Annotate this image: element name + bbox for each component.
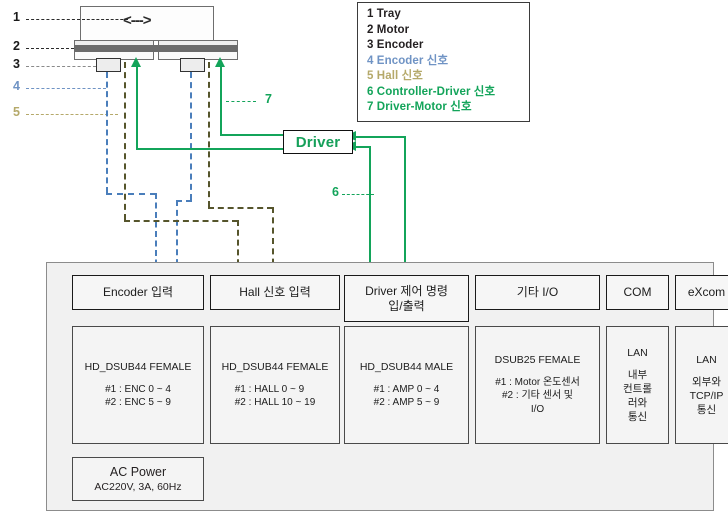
connector-driver-detail: #1 : AMP 0 ~ 4 #2 : AMP 5 ~ 9: [373, 383, 440, 409]
legend-label-1: Tray: [376, 8, 401, 20]
ref-label-4: 4: [13, 79, 20, 93]
legend-num-1: 1: [367, 8, 374, 20]
driver-box[interactable]: Driver: [283, 130, 353, 154]
ref-leader-4: [26, 88, 106, 89]
legend-item-4: 4 Encoder 신호: [367, 54, 529, 70]
ref-label-2: 2: [13, 39, 20, 53]
ref-leader-1: [26, 19, 80, 20]
legend-item-7: 7 Driver-Motor 신호: [367, 100, 529, 116]
controller-chassis: Encoder 입력 Hall 신호 입력 Driver 제어 명령 입/출력 …: [46, 262, 728, 511]
ref-leader-2: [26, 48, 74, 49]
connector-lan-external-name: LAN: [696, 353, 717, 366]
driver-motor-line-right-v: [220, 66, 222, 136]
legend-label-2: Motor: [376, 23, 410, 36]
legend-num-5: 5: [367, 70, 374, 82]
driver-motor-line-left-v: [136, 66, 138, 150]
connector-hall: HD_DSUB44 FEMALE #1 : HALL 0 ~ 9 #2 : HA…: [210, 326, 340, 444]
encoder-head-left: [96, 58, 121, 72]
connector-etc-io: DSUB25 FEMALE #1 : Motor 온도센서 #2 : 기타 센서…: [475, 326, 600, 444]
connector-hall-name: HD_DSUB44 FEMALE: [221, 360, 329, 373]
legend-num-3: 3: [367, 39, 374, 51]
driver-motor-line-left-h: [136, 148, 287, 150]
connector-lan-internal: LAN 내부 컨트롤 러와 통신: [606, 326, 669, 444]
driver-motor-line-right-h: [220, 134, 288, 136]
legend-label-4: Encoder 신호: [376, 54, 449, 67]
port-etc-io[interactable]: 기타 I/O: [475, 275, 600, 310]
legend-num-6: 6: [367, 85, 374, 98]
connector-driver: HD_DSUB44 MALE #1 : AMP 0 ~ 4 #2 : AMP 5…: [344, 326, 469, 444]
port-driver-control[interactable]: Driver 제어 명령 입/출력: [344, 275, 469, 322]
port-encoder-input[interactable]: Encoder 입력: [72, 275, 204, 310]
connector-etc-io-name: DSUB25 FEMALE: [494, 353, 581, 366]
ref-label-3: 3: [13, 57, 20, 71]
legend-label-6: Controller-Driver 신호: [376, 85, 496, 98]
ref-leader-5: [26, 114, 118, 115]
connector-lan-external-detail: 외부와 TCP/IP 통신: [689, 375, 724, 416]
inline-label-7: 7: [265, 92, 272, 106]
encoder-line-left-v1: [106, 72, 108, 193]
ac-power-box: AC Power AC220V, 3A, 60Hz: [72, 457, 204, 501]
connector-encoder-detail: #1 : ENC 0 ~ 4 #2 : ENC 5 ~ 9: [105, 383, 171, 409]
connector-lan-external: LAN 외부와 TCP/IP 통신: [675, 326, 728, 444]
tray-travel-arrow: <--->: [123, 12, 152, 29]
connector-encoder: HD_DSUB44 FEMALE #1 : ENC 0 ~ 4 #2 : ENC…: [72, 326, 204, 444]
encoder-line-right-h: [176, 200, 192, 202]
connector-etc-io-detail: #1 : Motor 온도센서 #2 : 기타 센서 및 I/O: [495, 376, 580, 415]
connector-driver-name: HD_DSUB44 MALE: [359, 360, 454, 373]
legend-item-2: 2 Motor: [367, 23, 529, 39]
connector-lan-internal-detail: 내부 컨트롤 러와 통신: [623, 368, 652, 423]
legend-item-1: 1 Tray: [367, 7, 529, 23]
port-hall-input[interactable]: Hall 신호 입력: [210, 275, 340, 310]
hall-line-right-h: [208, 207, 273, 209]
encoder-line-right-v1: [190, 72, 192, 200]
controller-driver-line-a-v: [369, 146, 371, 276]
driver-motor-arrow-left: [131, 57, 141, 67]
ref-label-1: 1: [13, 10, 20, 24]
port-excom[interactable]: eXcom: [675, 275, 728, 310]
hall-line-left-v1: [124, 62, 126, 220]
ref-leader-1b: [82, 19, 128, 20]
ac-power-spec: AC220V, 3A, 60Hz: [94, 480, 182, 493]
controller-driver-line-b-v: [404, 136, 406, 276]
hall-line-right-v1: [208, 62, 210, 207]
encoder-line-left-h: [106, 193, 156, 195]
hall-line-left-h: [124, 220, 238, 222]
encoder-head-right: [180, 58, 205, 72]
legend-item-3: 3 Encoder: [367, 38, 529, 54]
port-com[interactable]: COM: [606, 275, 669, 310]
controller-driver-line-b-h: [353, 136, 406, 138]
inline-leader-7: [226, 101, 256, 102]
legend-item-6: 6 Controller-Driver 신호: [367, 85, 529, 101]
legend-num-7: 7: [367, 101, 374, 113]
connector-hall-detail: #1 : HALL 0 ~ 9 #2 : HALL 10 ~ 19: [234, 383, 316, 409]
legend-item-5: 5 Hall 신호: [367, 69, 529, 85]
legend-label-7: Driver-Motor 신호: [376, 101, 472, 113]
motor-magnet-bar: [74, 45, 238, 52]
ac-power-title: AC Power: [109, 464, 167, 479]
driver-motor-arrow-right: [215, 57, 225, 67]
inline-label-6: 6: [332, 185, 339, 199]
ref-leader-3: [26, 66, 96, 67]
legend-label-3: Encoder: [376, 39, 424, 51]
connector-encoder-name: HD_DSUB44 FEMALE: [84, 360, 192, 373]
legend-panel: 1 Tray 2 Motor 3 Encoder 4 Encoder 신호 5 …: [357, 2, 530, 122]
connector-lan-internal-name: LAN: [627, 346, 648, 359]
ref-label-5: 5: [13, 105, 20, 119]
legend-label-5: Hall 신호: [376, 70, 423, 82]
legend-num-2: 2: [367, 23, 374, 36]
legend-num-4: 4: [367, 54, 374, 67]
